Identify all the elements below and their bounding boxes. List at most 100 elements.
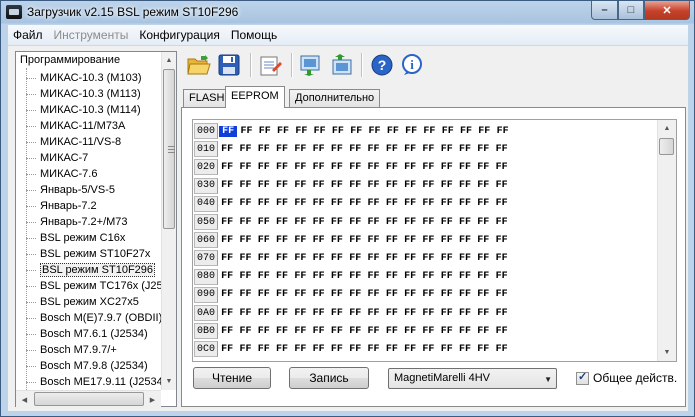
scroll-right-arrow-icon[interactable]: ▶ <box>144 391 161 408</box>
hex-byte-cell[interactable]: FF <box>492 217 510 228</box>
hex-byte-cell[interactable]: FF <box>438 271 456 282</box>
hex-scroll-thumb[interactable] <box>659 138 674 155</box>
hex-byte-cell[interactable]: FF <box>328 162 346 173</box>
hex-byte-cell[interactable]: FF <box>255 326 273 337</box>
hex-byte-cell[interactable]: FF <box>309 235 327 246</box>
hex-byte-cell[interactable]: FF <box>328 180 346 191</box>
hex-byte-cell[interactable]: FF <box>456 271 474 282</box>
hex-byte-cell[interactable]: FF <box>328 271 346 282</box>
hex-byte-cell[interactable]: FF <box>364 308 382 319</box>
hex-byte-cell[interactable]: FF <box>218 217 236 228</box>
menu-item[interactable]: Помощь <box>226 28 283 42</box>
hex-byte-cell[interactable]: FF <box>291 344 309 355</box>
hex-byte-cell[interactable]: FF <box>474 144 492 155</box>
hex-byte-cell[interactable]: FF <box>346 198 364 209</box>
hex-editor[interactable]: ▲ ▼ 000 FF FF FF FF FF FF FF FF FF FF FF FF FF FF FF FF 0… <box>192 119 677 362</box>
hex-byte-cell[interactable]: FF <box>456 217 474 228</box>
hex-byte-cell[interactable]: FF <box>364 271 382 282</box>
hex-byte-cell[interactable]: FF <box>291 253 309 264</box>
hex-byte-cell[interactable]: FF <box>236 326 254 337</box>
tab-flash[interactable]: FLASH <box>183 89 231 107</box>
hex-byte-cell[interactable]: FF <box>309 326 327 337</box>
hex-byte-cell[interactable]: FF <box>474 162 492 173</box>
hex-byte-cell[interactable]: FF <box>291 198 309 209</box>
hex-byte-cell[interactable]: FF <box>364 162 382 173</box>
hex-byte-cell[interactable]: FF <box>383 144 401 155</box>
hex-byte-cell[interactable]: FF <box>365 126 383 137</box>
hex-byte-cell[interactable]: FF <box>346 253 364 264</box>
hex-byte-cell[interactable]: FF <box>236 289 254 300</box>
hex-byte-cell[interactable]: FF <box>419 344 437 355</box>
hex-byte-cell[interactable]: FF <box>218 235 236 246</box>
hex-byte-cell[interactable]: FF <box>219 125 238 137</box>
maximize-button[interactable]: □ <box>618 1 644 20</box>
hex-byte-cell[interactable]: FF <box>383 344 401 355</box>
hex-byte-cell[interactable]: FF <box>383 253 401 264</box>
hex-byte-cell[interactable]: FF <box>492 180 510 191</box>
hex-byte-cell[interactable]: FF <box>492 144 510 155</box>
hex-byte-cell[interactable]: FF <box>383 180 401 191</box>
tree-item[interactable]: BSL режим TC176x (J25 <box>26 278 161 294</box>
hex-byte-cell[interactable]: FF <box>383 198 401 209</box>
hex-byte-cell[interactable]: FF <box>493 126 511 137</box>
hex-byte-cell[interactable]: FF <box>492 198 510 209</box>
hex-byte-cell[interactable]: FF <box>256 126 274 137</box>
tree-item[interactable]: Bosch M(E)7.9.7 (OBDII) <box>26 310 161 326</box>
hex-byte-cell[interactable]: FF <box>402 126 420 137</box>
hex-byte-cell[interactable]: FF <box>474 253 492 264</box>
hex-byte-cell[interactable]: FF <box>273 271 291 282</box>
hex-byte-cell[interactable]: FF <box>328 344 346 355</box>
hex-byte-cell[interactable]: FF <box>328 308 346 319</box>
tree-item[interactable]: МИКАС-10.3 (М103) <box>26 70 142 86</box>
hex-byte-cell[interactable]: FF <box>291 235 309 246</box>
hex-byte-cell[interactable]: FF <box>255 271 273 282</box>
hex-byte-cell[interactable]: FF <box>291 144 309 155</box>
hex-byte-cell[interactable]: FF <box>309 289 327 300</box>
hex-byte-cell[interactable]: FF <box>274 126 292 137</box>
hex-byte-cell[interactable]: FF <box>364 144 382 155</box>
hex-byte-cell[interactable]: FF <box>419 308 437 319</box>
hex-byte-cell[interactable]: FF <box>346 217 364 228</box>
hex-byte-cell[interactable]: FF <box>218 308 236 319</box>
hex-byte-cell[interactable]: FF <box>401 144 419 155</box>
hex-byte-cell[interactable]: FF <box>492 308 510 319</box>
hex-byte-cell[interactable]: FF <box>236 308 254 319</box>
hex-byte-cell[interactable]: FF <box>401 198 419 209</box>
hex-byte-cell[interactable]: FF <box>218 198 236 209</box>
hex-byte-cell[interactable]: FF <box>218 162 236 173</box>
hex-byte-cell[interactable]: FF <box>456 344 474 355</box>
hex-byte-cell[interactable]: FF <box>236 217 254 228</box>
hex-byte-cell[interactable]: FF <box>419 253 437 264</box>
hex-byte-cell[interactable]: FF <box>236 198 254 209</box>
hex-byte-cell[interactable]: FF <box>419 144 437 155</box>
hex-byte-cell[interactable]: FF <box>346 162 364 173</box>
hex-byte-cell[interactable]: FF <box>419 217 437 228</box>
hex-byte-cell[interactable]: FF <box>456 144 474 155</box>
hex-byte-cell[interactable]: FF <box>438 289 456 300</box>
hex-byte-cell[interactable]: FF <box>329 126 347 137</box>
hex-byte-cell[interactable]: FF <box>401 217 419 228</box>
hex-byte-cell[interactable]: FF <box>273 162 291 173</box>
hex-byte-cell[interactable]: FF <box>255 253 273 264</box>
tree-item[interactable]: МИКАС-7.6 <box>26 166 97 182</box>
tree-item[interactable]: МИКАС-11/VS-8 <box>26 134 121 150</box>
hex-byte-cell[interactable]: FF <box>475 126 493 137</box>
minimize-button[interactable]: – <box>591 1 618 20</box>
hex-byte-cell[interactable]: FF <box>328 144 346 155</box>
hex-byte-cell[interactable]: FF <box>456 308 474 319</box>
hex-byte-cell[interactable]: FF <box>401 180 419 191</box>
hex-byte-cell[interactable]: FF <box>237 126 255 137</box>
hex-byte-cell[interactable]: FF <box>236 235 254 246</box>
hex-byte-cell[interactable]: FF <box>309 308 327 319</box>
help-button[interactable]: ? <box>368 51 396 79</box>
hex-byte-cell[interactable]: FF <box>401 253 419 264</box>
hex-byte-cell[interactable]: FF <box>492 162 510 173</box>
hex-byte-cell[interactable]: FF <box>383 326 401 337</box>
hex-byte-cell[interactable]: FF <box>438 217 456 228</box>
hex-byte-cell[interactable]: FF <box>364 253 382 264</box>
hex-byte-cell[interactable]: FF <box>419 162 437 173</box>
menu-item[interactable]: Инструменты <box>49 28 135 42</box>
tree-item[interactable]: Bosch M7.6.1 (J2534) <box>26 326 148 342</box>
hex-byte-cell[interactable]: FF <box>273 253 291 264</box>
hex-byte-cell[interactable]: FF <box>255 308 273 319</box>
